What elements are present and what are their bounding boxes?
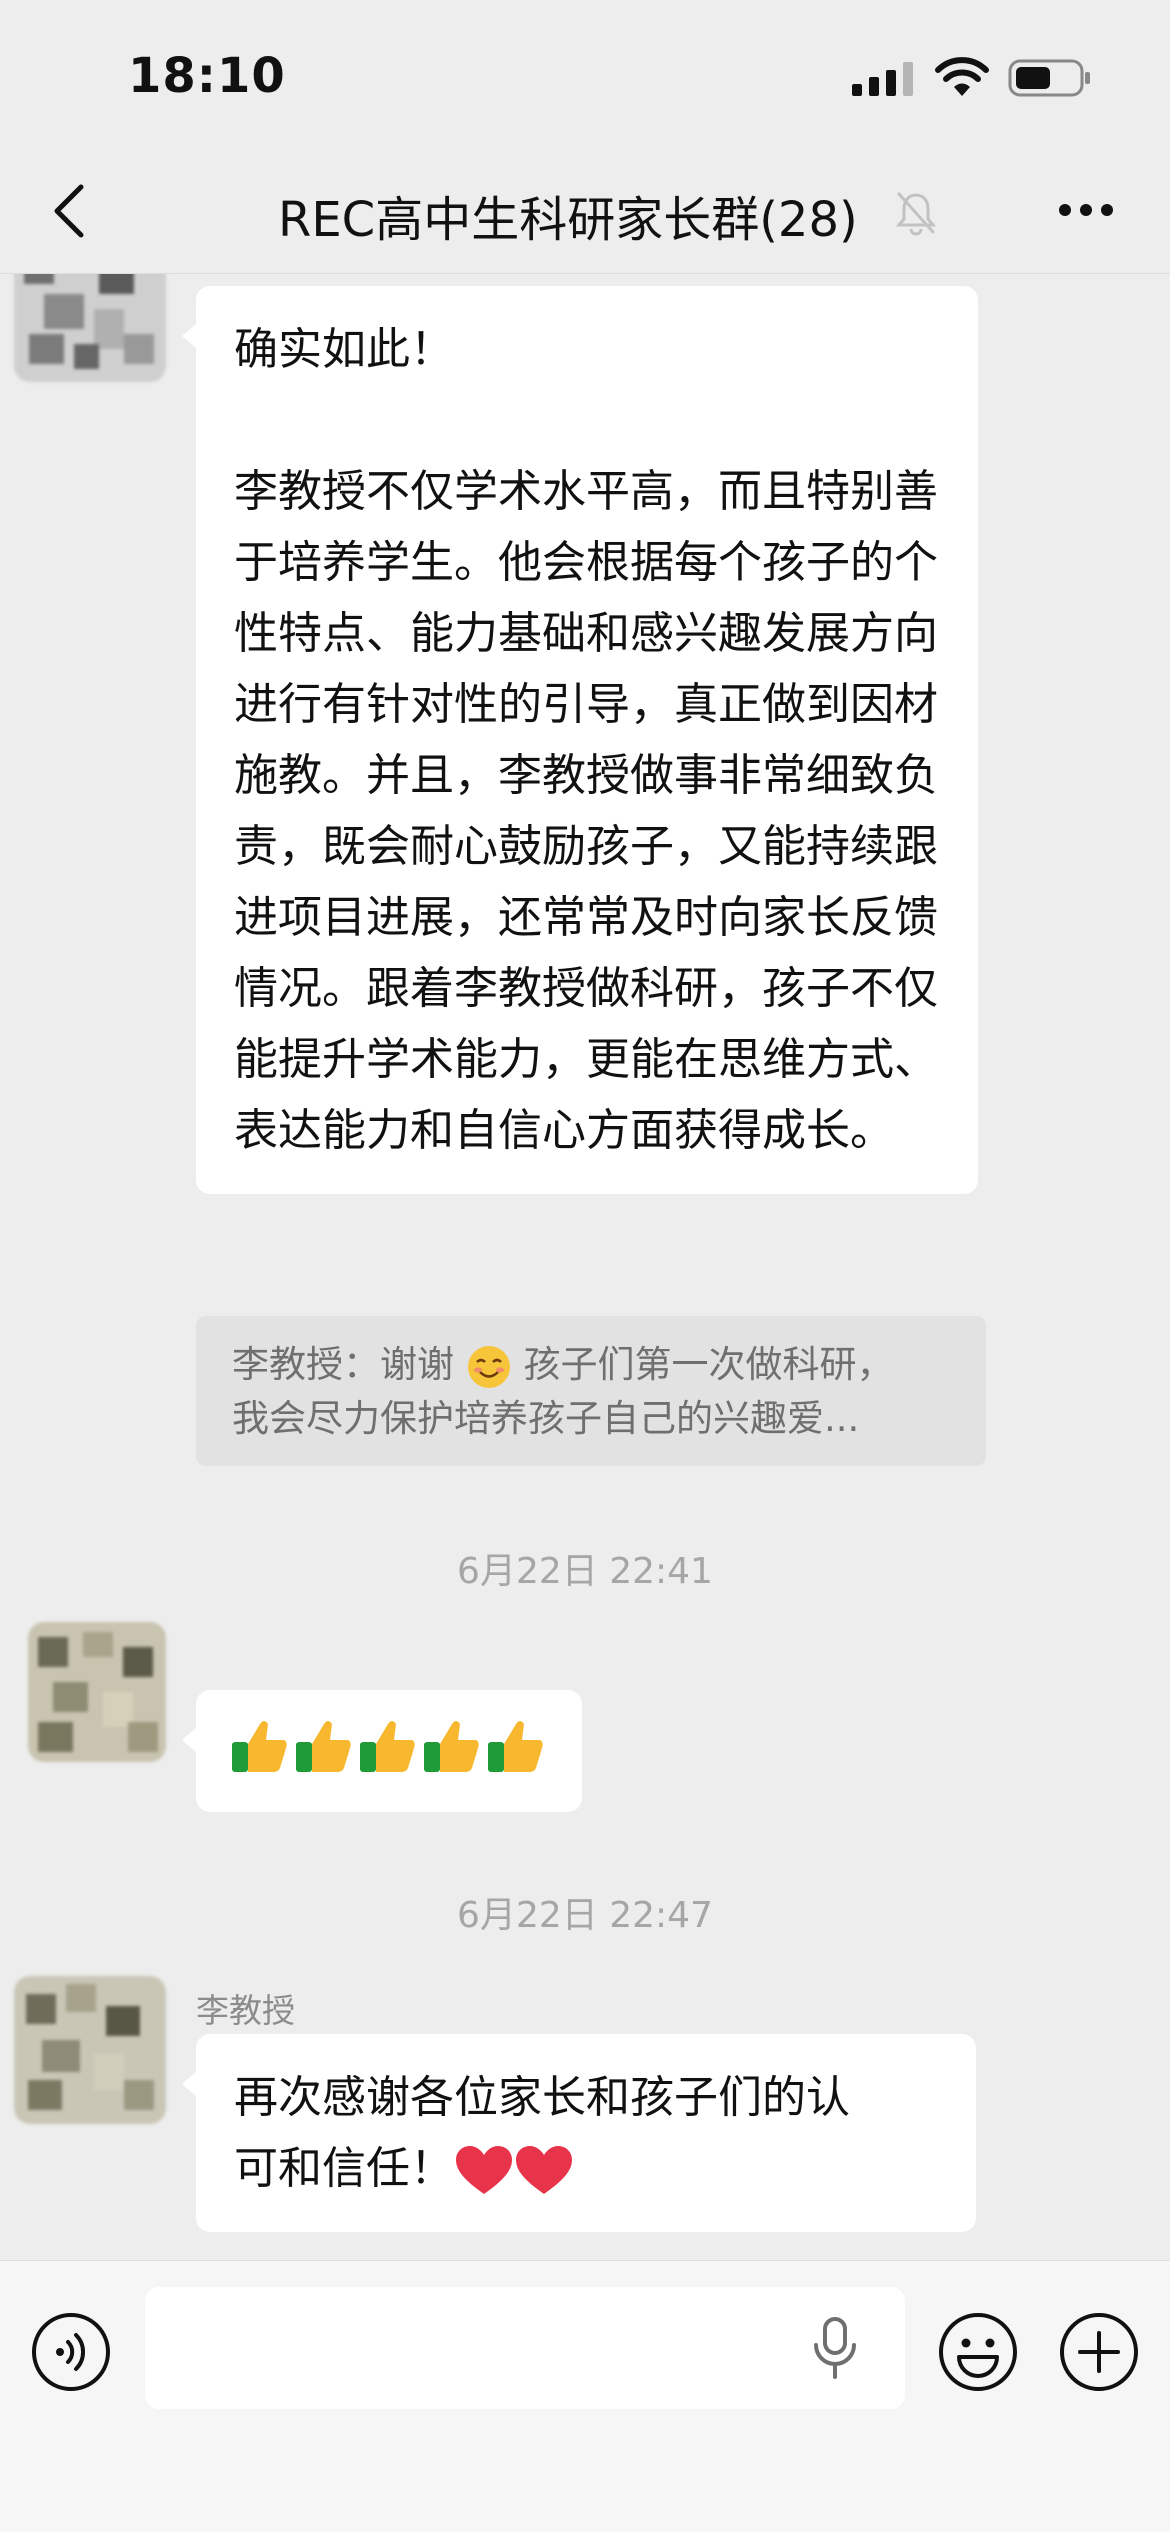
avatar[interactable] bbox=[14, 274, 166, 382]
voice-input-button[interactable] bbox=[30, 2311, 112, 2393]
message-text: 李教授不仅学术水平高，而且特别善于培养学生。他会根据每个孩子的个性特点、能力基础… bbox=[234, 466, 938, 1156]
battery-icon bbox=[1008, 59, 1090, 97]
thumbs-up-emoji-icon bbox=[488, 1721, 543, 1772]
message-text: 再次感谢各位家长和孩子们的认 bbox=[234, 2072, 850, 2123]
message-text: 确实如此！ bbox=[234, 324, 454, 375]
microphone-icon[interactable] bbox=[810, 2315, 860, 2381]
smiling-face-emoji-icon bbox=[467, 1345, 510, 1388]
emoji-button[interactable] bbox=[937, 2311, 1019, 2393]
back-button[interactable] bbox=[34, 176, 104, 246]
voice-wave-icon bbox=[32, 2313, 110, 2391]
chevron-left-icon bbox=[54, 184, 84, 238]
thumbs-up-emoji-icon bbox=[424, 1721, 479, 1772]
message-text: 可和信任！ bbox=[234, 2143, 454, 2194]
smiley-icon bbox=[939, 2313, 1017, 2391]
chat-message-list[interactable]: 确实如此！ 李教授不仅学术水平高，而且特别善于培养学生。他会根据每个孩子的个性特… bbox=[0, 274, 1170, 2260]
quote-text: 李教授：谢谢 bbox=[232, 1343, 454, 1386]
more-dots-icon bbox=[1059, 204, 1113, 216]
heart-emoji-icon bbox=[516, 2146, 572, 2194]
message-bubble[interactable]: 确实如此！ 李教授不仅学术水平高，而且特别善于培养学生。他会根据每个孩子的个性特… bbox=[182, 286, 978, 1194]
quote-text: 孩子们第一次做科研， bbox=[523, 1343, 894, 1386]
sender-name: 李教授 bbox=[196, 1991, 295, 2030]
status-bar: 18:10 bbox=[0, 0, 1170, 150]
thumbs-up-emoji-icon bbox=[360, 1721, 415, 1772]
message-bubble[interactable] bbox=[182, 1690, 582, 1812]
avatar[interactable] bbox=[14, 1976, 166, 2124]
more-button[interactable] bbox=[1050, 178, 1122, 242]
thumbs-up-emoji-icon bbox=[232, 1721, 287, 1772]
wifi-icon bbox=[935, 57, 989, 96]
plus-circle-icon bbox=[1060, 2313, 1138, 2391]
chat-screen: 18:10 REC高中生科研家长群(28) 确实如此！ 李教授不仅学术水平高，而… bbox=[0, 0, 1170, 2532]
avatar[interactable] bbox=[28, 1622, 166, 1762]
thumbs-up-row bbox=[230, 1716, 548, 1776]
chat-title: REC高中生科研家长群(28) bbox=[278, 192, 858, 248]
timestamp: 6月22日 22:41 bbox=[457, 1551, 713, 1592]
input-bar bbox=[0, 2260, 1170, 2532]
bell-slash-icon bbox=[895, 192, 937, 236]
quoted-reply[interactable]: 李教授：谢谢 孩子们第一次做科研， 我会尽力保护培养孩子自己的兴趣爱... bbox=[196, 1316, 986, 1466]
message-bubble[interactable]: 再次感谢各位家长和孩子们的认 可和信任！ bbox=[182, 2034, 976, 2232]
nav-bar: REC高中生科研家长群(28) bbox=[0, 150, 1170, 274]
message-input[interactable] bbox=[145, 2287, 905, 2409]
heart-emoji-icon bbox=[456, 2146, 512, 2194]
status-time: 18:10 bbox=[128, 48, 286, 104]
quote-text: 我会尽力保护培养孩子自己的兴趣爱... bbox=[232, 1397, 860, 1440]
cellular-signal-icon bbox=[852, 62, 913, 96]
timestamp: 6月22日 22:47 bbox=[457, 1895, 713, 1936]
thumbs-up-emoji-icon bbox=[296, 1721, 351, 1772]
more-functions-button[interactable] bbox=[1058, 2311, 1140, 2393]
